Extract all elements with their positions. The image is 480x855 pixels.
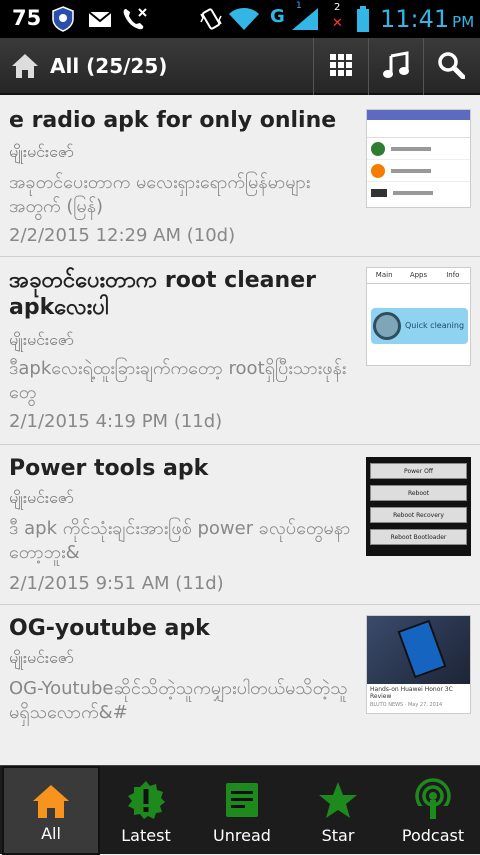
list-item[interactable]: OG-youtube apk မျိုးမင်းဇော် OG-Youtubeဆ… <box>0 605 480 765</box>
article-date: 2/2/2015 12:29 AM (10d) <box>9 225 236 246</box>
action-bar: All (25/25) <box>0 38 480 95</box>
tab-unread[interactable]: Unread <box>194 766 290 855</box>
podcast-icon <box>413 778 453 824</box>
tab-all[interactable]: All <box>2 766 100 855</box>
no-signal-sim2-icon: ✕ <box>332 16 343 31</box>
tab-latest[interactable]: Latest <box>98 766 194 855</box>
tab-label: Unread <box>213 826 271 845</box>
wifi-icon <box>228 6 260 36</box>
battery-icon <box>356 6 370 36</box>
tab-label: Podcast <box>401 826 465 845</box>
article-excerpt: ဒီ apk ကိုင်သုံးချင်းအားဖြစ် power ခလုပ်… <box>9 518 351 563</box>
tab-label: Star <box>321 826 355 845</box>
sim2-label: 2 <box>334 2 341 13</box>
vibrate-icon <box>198 6 224 36</box>
tab-podcast[interactable]: Podcast <box>386 766 480 855</box>
shield-app-icon <box>50 6 76 36</box>
document-icon <box>222 780 262 824</box>
article-title: OG-youtube apk <box>9 616 210 641</box>
network-type-label: G <box>270 6 285 27</box>
article-title: Power tools apk <box>9 456 209 481</box>
clock: 11:41 PM <box>380 5 475 33</box>
alert-badge-icon <box>126 780 166 824</box>
article-title: e radio apk for only online <box>9 108 337 133</box>
article-date: 2/1/2015 4:19 PM (11d) <box>9 411 223 432</box>
article-title: အခုတင်ပေးတာက root cleaner apkလေးပါ <box>9 268 316 320</box>
page-title: All (25/25) <box>50 54 168 78</box>
search-button[interactable] <box>423 38 478 95</box>
article-list[interactable]: e radio apk for only online မျိုးမင်းဇော… <box>0 97 480 765</box>
home-icon[interactable] <box>10 51 40 85</box>
grid-view-button[interactable] <box>313 38 368 95</box>
music-button[interactable] <box>368 38 423 95</box>
home-icon <box>31 782 71 826</box>
tab-label: All <box>41 824 61 843</box>
tab-star[interactable]: Star <box>290 766 386 855</box>
article-excerpt: OG-Youtubeဆိုင်သိတဲ့သူကမျှားပါတယ်မသိတဲ့သ… <box>9 678 348 723</box>
music-note-icon <box>382 50 410 83</box>
article-excerpt: အခုတင်ပေးတာက မလေးရှားရောက်မြန်မာများအတွက… <box>9 172 311 217</box>
article-date: 2/1/2015 9:51 AM (11d) <box>9 573 224 594</box>
bottom-nav: All Latest Unread Star Podcast <box>0 765 480 855</box>
list-item[interactable]: အခုတင်ပေးတာက root cleaner apkလေးပါ မျိုး… <box>0 257 480 445</box>
article-author: မျိုးမင်းဇော် <box>9 142 74 161</box>
status-bar: 75 G 1 2 ✕ 11:41 PM <box>0 0 480 38</box>
search-icon <box>437 51 466 83</box>
mail-icon <box>87 6 113 36</box>
notification-count: 75 <box>12 6 42 30</box>
article-author: မျိုးမင်းဇော် <box>9 488 74 507</box>
article-thumbnail <box>366 109 471 208</box>
list-item[interactable]: e radio apk for only online မျိုးမင်းဇော… <box>0 97 480 257</box>
signal-sim1-icon <box>290 6 320 36</box>
grid-icon <box>329 53 353 81</box>
article-thumbnail: Power Off Reboot Reboot Recovery Reboot … <box>366 457 471 556</box>
list-item[interactable]: Power tools apk မျိုးမင်းဇော် ဒီ apk ကို… <box>0 445 480 605</box>
article-author: မျိုးမင်းဇော် <box>9 648 74 667</box>
tab-label: Latest <box>121 826 171 845</box>
article-excerpt: ဒီapkလေးရဲ့ထူးခြားချက်ကတော့ rootရှိပြီးသ… <box>9 358 347 403</box>
star-icon <box>318 780 358 824</box>
article-thumbnail: Main Apps Info Quick cleaning <box>366 267 471 366</box>
article-thumbnail: Hands-on Huawei Honor 3C Review BLUTO NE… <box>366 615 471 714</box>
article-author: မျိုးမင်းဇော် <box>9 330 74 349</box>
missed-call-icon <box>121 6 149 36</box>
